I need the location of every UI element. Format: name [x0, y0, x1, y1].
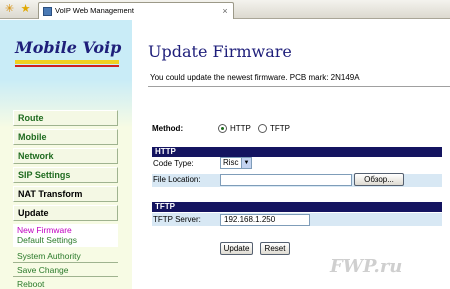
logo-text: Mobile Voip [15, 38, 122, 57]
sidebar-item-reboot[interactable]: Reboot [13, 278, 118, 289]
chevron-down-icon[interactable]: ▼ [241, 158, 251, 168]
sidebar-item-route[interactable]: Route [13, 110, 118, 126]
sidebar-item-save-change[interactable]: Save Change [13, 264, 118, 277]
watermark: FWP.ru [330, 256, 403, 277]
browser-tab-strip: ✳ ★ VoIP Web Management × [0, 0, 450, 19]
logo-underline-yellow [15, 60, 119, 64]
sidebar-item-update[interactable]: Update [13, 205, 118, 221]
method-radio-http[interactable] [218, 124, 227, 133]
divider [148, 86, 450, 87]
update-submenu: New Firmware Default Settings [13, 224, 118, 247]
http-section-header: HTTP [152, 147, 442, 157]
method-radio-tftp[interactable] [258, 124, 267, 133]
tftp-server-label: TFTP Server: [153, 215, 201, 224]
sidebar-item-sip-settings[interactable]: SIP Settings [13, 167, 118, 183]
method-option-http: HTTP [230, 124, 251, 133]
home-icon[interactable]: ✳ [3, 3, 16, 16]
reset-button[interactable]: Reset [260, 242, 290, 255]
method-option-tftp: TFTP [270, 124, 290, 133]
sidebar-subitem-new-firmware[interactable]: New Firmware [17, 225, 118, 235]
sidebar-subitem-default-settings[interactable]: Default Settings [17, 235, 118, 245]
page-title: Update Firmware [148, 42, 292, 61]
sidebar-item-nat-transform[interactable]: NAT Transform [13, 186, 118, 202]
browse-button[interactable]: Обзор... [354, 173, 404, 186]
sidebar-menu: Route Mobile Network SIP Settings NAT Tr… [13, 110, 118, 289]
sidebar: Mobile Voip Route Mobile Network SIP Set… [0, 20, 132, 289]
file-location-label: File Location: [153, 175, 201, 184]
close-icon[interactable]: × [220, 6, 230, 16]
update-button[interactable]: Update [220, 242, 253, 255]
tftp-section-header: TFTP [152, 202, 442, 212]
page-icon [43, 7, 52, 16]
sidebar-item-network[interactable]: Network [13, 148, 118, 164]
logo: Mobile Voip [7, 34, 125, 78]
star-icon[interactable]: ★ [19, 3, 32, 16]
tftp-server-input[interactable]: 192.168.1.250 [220, 214, 310, 226]
sidebar-item-system-authority[interactable]: System Authority [13, 250, 118, 263]
method-label: Method: [152, 124, 184, 133]
logo-underline-red [15, 65, 119, 67]
intro-text: You could update the newest firmware. PC… [150, 73, 360, 82]
code-type-value: Risc [223, 158, 239, 167]
main-content: Update Firmware You could update the new… [132, 20, 450, 289]
browser-tab[interactable]: VoIP Web Management × [38, 2, 234, 19]
code-type-label: Code Type: [153, 159, 194, 168]
sidebar-item-mobile[interactable]: Mobile [13, 129, 118, 145]
code-type-select[interactable]: Risc ▼ [220, 157, 252, 169]
file-location-input[interactable] [220, 174, 352, 186]
tab-title: VoIP Web Management [55, 6, 134, 15]
